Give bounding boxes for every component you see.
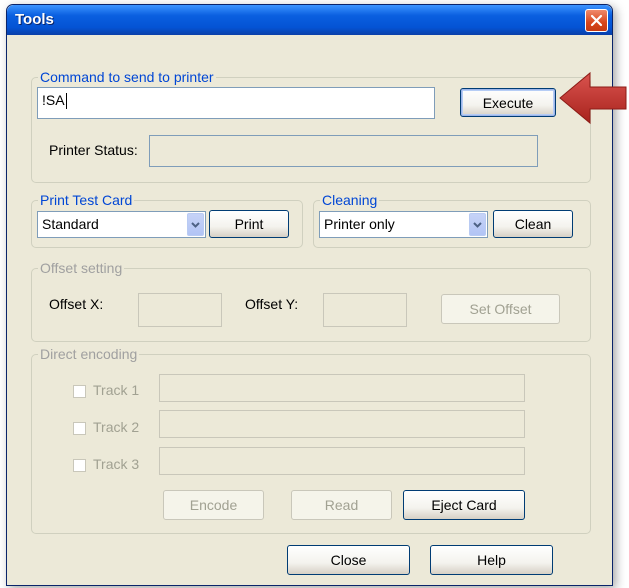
close-button[interactable]: Close — [287, 545, 410, 575]
command-input[interactable]: !SA — [37, 87, 435, 119]
track-2-label: Track 2 — [93, 419, 140, 435]
clean-button-label: Clean — [514, 216, 552, 232]
command-group-legend: Command to send to printer — [38, 69, 216, 85]
set-offset-button[interactable]: Set Offset — [441, 294, 560, 324]
direct-encoding-legend: Direct encoding — [38, 346, 140, 362]
help-button-label: Help — [477, 552, 506, 568]
eject-card-button[interactable]: Eject Card — [403, 490, 525, 520]
encode-button[interactable]: Encode — [163, 490, 264, 520]
track-1-field — [159, 374, 525, 402]
printer-status-field — [149, 135, 538, 167]
read-button[interactable]: Read — [291, 490, 392, 520]
title-bar[interactable]: Tools — [7, 5, 612, 35]
text-caret — [65, 93, 67, 110]
offset-x-field — [138, 293, 222, 327]
test-card-select[interactable]: Standard — [37, 211, 206, 238]
track-2-field — [159, 410, 525, 438]
close-icon — [590, 14, 603, 27]
printer-status-label: Printer Status: — [49, 142, 138, 158]
cleaning-select-value: Printer only — [324, 216, 395, 232]
track-3-field — [159, 447, 525, 475]
test-card-select-value: Standard — [42, 216, 99, 232]
tools-dialog: Tools Command to send to printer !SA Exe… — [6, 4, 613, 586]
track-3-label: Track 3 — [93, 456, 140, 472]
read-button-label: Read — [324, 497, 359, 513]
track-1-checkbox[interactable] — [73, 385, 86, 398]
set-offset-button-label: Set Offset — [469, 301, 532, 317]
cleaning-legend: Cleaning — [320, 192, 380, 208]
execute-button-label: Execute — [482, 94, 534, 111]
eject-card-button-label: Eject Card — [431, 497, 497, 513]
offset-y-field — [323, 293, 407, 327]
print-test-card-legend: Print Test Card — [38, 192, 135, 208]
print-button[interactable]: Print — [209, 210, 289, 238]
chevron-down-icon[interactable] — [469, 213, 486, 236]
window-title: Tools — [15, 11, 54, 28]
track-2-checkbox[interactable] — [73, 422, 86, 435]
close-window-button[interactable] — [585, 9, 608, 32]
offset-y-label: Offset Y: — [245, 296, 299, 312]
help-button[interactable]: Help — [430, 545, 553, 575]
encode-button-label: Encode — [189, 497, 238, 513]
offset-setting-legend: Offset setting — [38, 260, 125, 276]
callout-arrow-icon — [559, 71, 627, 125]
execute-button[interactable]: Execute — [460, 88, 556, 117]
track-3-checkbox[interactable] — [73, 459, 86, 472]
close-button-label: Close — [330, 552, 367, 568]
print-button-label: Print — [234, 216, 264, 232]
cleaning-select[interactable]: Printer only — [319, 211, 488, 238]
clean-button[interactable]: Clean — [493, 210, 573, 238]
chevron-down-icon[interactable] — [187, 213, 204, 236]
track-1-label: Track 1 — [93, 382, 140, 398]
command-input-value: !SA — [42, 92, 67, 110]
offset-x-label: Offset X: — [49, 296, 104, 312]
